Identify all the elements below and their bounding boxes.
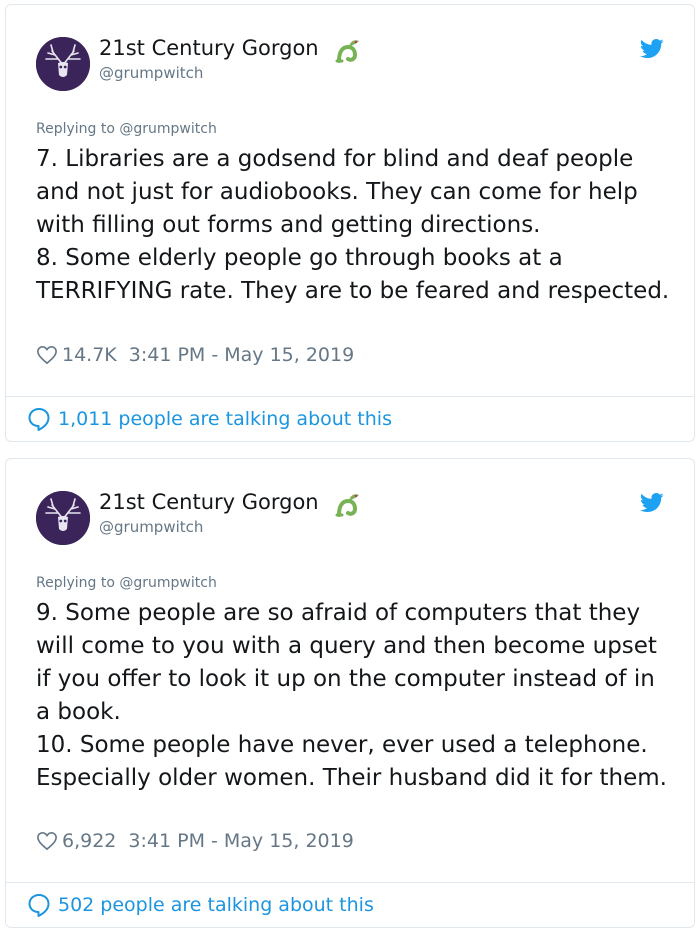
tweet-card: 21st Century Gorgon @grumpwitch Replying… [5,458,695,928]
avatar[interactable] [36,37,90,91]
conversation-link[interactable]: 1,011 people are talking about this [26,406,392,432]
skull-antlers-icon [36,37,90,91]
like-count[interactable]: 6,922 [62,830,116,852]
tweet-line: 9. Some people are so afraid of computer… [36,600,657,725]
skull-antlers-icon [36,491,90,545]
author-handle[interactable]: @grumpwitch [99,64,203,82]
tweet-text: 9. Some people are so afraid of computer… [36,597,676,795]
replying-to[interactable]: Replying to @grumpwitch [36,121,217,137]
speech-bubble-icon [28,408,50,431]
replying-to[interactable]: Replying to @grumpwitch [36,575,217,591]
dragon-icon [335,494,359,517]
tweet-meta: 14.7K 3:41 PM - May 15, 2019 [36,344,354,366]
tweet-line: 8. Some elderly people go through books … [36,245,670,304]
tweet-line: 7. Libraries are a godsend for blind and… [36,146,638,238]
heart-icon[interactable] [36,345,58,365]
author-name[interactable]: 21st Century Gorgon [99,490,319,514]
twitter-bird-icon[interactable] [640,492,664,514]
tweet-meta: 6,922 3:41 PM - May 15, 2019 [36,830,354,852]
heart-icon[interactable] [36,831,58,851]
divider [6,396,694,397]
dragon-icon [335,40,359,63]
divider [6,882,694,883]
timestamp[interactable]: 3:41 PM - May 15, 2019 [129,344,354,366]
author-handle[interactable]: @grumpwitch [99,518,203,536]
like-count[interactable]: 14.7K [62,344,117,366]
speech-bubble-icon [28,894,50,917]
author-name[interactable]: 21st Century Gorgon [99,36,319,60]
tweet-card: 21st Century Gorgon @grumpwitch Replying… [5,4,695,442]
tweet-line: 10. Some people have never, ever used a … [36,732,667,791]
twitter-bird-icon[interactable] [640,38,664,60]
avatar[interactable] [36,491,90,545]
talking-count[interactable]: 1,011 people are talking about this [58,408,392,430]
conversation-link[interactable]: 502 people are talking about this [26,892,374,918]
talking-count[interactable]: 502 people are talking about this [58,894,374,916]
tweet-text: 7. Libraries are a godsend for blind and… [36,143,676,308]
timestamp[interactable]: 3:41 PM - May 15, 2019 [128,830,353,852]
